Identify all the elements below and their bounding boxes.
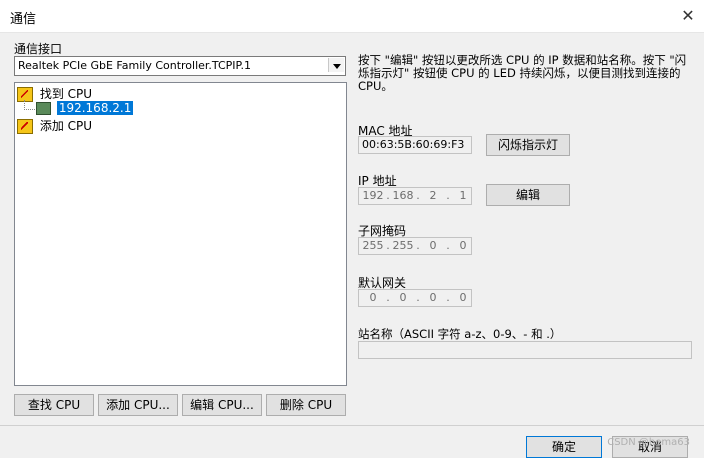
ip-field: 192. 168. 2. 1 bbox=[358, 187, 472, 205]
station-name-label: 站名称（ASCII 字符 a-z、0-9、- 和 .） bbox=[358, 327, 562, 341]
tree-node-found-cpu[interactable]: 找到 CPU bbox=[17, 85, 93, 102]
tree-node-add-cpu[interactable]: 添加 CPU bbox=[17, 117, 93, 134]
gateway-octet: 0 bbox=[369, 291, 377, 304]
close-icon[interactable]: ✕ bbox=[678, 6, 698, 26]
network-device-icon bbox=[36, 102, 51, 115]
subnet-octet: 0 bbox=[429, 239, 437, 252]
interface-value: Realtek PCIe GbE Family Controller.TCPIP… bbox=[18, 59, 251, 72]
ip-dot: . bbox=[416, 239, 420, 252]
chevron-down-icon[interactable] bbox=[328, 58, 344, 72]
edit-cpu-button[interactable]: 编辑 CPU... bbox=[182, 394, 262, 416]
ok-button[interactable]: 确定 bbox=[526, 436, 602, 458]
interface-label: 通信接口 bbox=[14, 42, 63, 56]
edit-ip-button[interactable]: 编辑 bbox=[486, 184, 570, 206]
tree-node-device[interactable]: 192.168.2.1 bbox=[36, 101, 134, 117]
window-title: 通信 bbox=[10, 12, 37, 27]
find-cpu-button[interactable]: 查找 CPU bbox=[14, 394, 94, 416]
ip-dot: . bbox=[386, 239, 390, 252]
cpu-tree[interactable]: 找到 CPU 192.168.2.1 添加 CPU bbox=[14, 82, 347, 386]
instructions-text: 按下 "编辑" 按钮以更改所选 CPU 的 IP 数据和站名称。按下 "闪烁指示… bbox=[358, 53, 687, 93]
tree-label-found-cpu: 找到 CPU bbox=[39, 87, 93, 101]
delete-cpu-button[interactable]: 删除 CPU bbox=[266, 394, 346, 416]
subnet-octet: 255 bbox=[392, 239, 414, 252]
gateway-field: 0. 0. 0. 0 bbox=[358, 289, 472, 307]
flash-led-button[interactable]: 闪烁指示灯 bbox=[486, 134, 570, 156]
ip-dot: . bbox=[446, 239, 450, 252]
station-name-field bbox=[358, 341, 692, 359]
ip-dot: . bbox=[446, 189, 450, 202]
title-bar: 通信 ✕ bbox=[0, 0, 704, 33]
subnet-octet: 255 bbox=[362, 239, 384, 252]
ip-dot: . bbox=[446, 291, 450, 304]
watermark: CSDN @hema63 bbox=[607, 437, 690, 448]
ip-octet: 1 bbox=[459, 189, 467, 202]
tree-label-device-ip: 192.168.2.1 bbox=[56, 101, 134, 115]
ip-dot: . bbox=[386, 291, 390, 304]
mac-field: 00:63:5B:60:69:F3 bbox=[358, 136, 472, 154]
cpu-folder-icon bbox=[17, 119, 33, 134]
ip-octet: 2 bbox=[429, 189, 437, 202]
ip-octet: 168 bbox=[392, 189, 414, 202]
tree-label-add-cpu: 添加 CPU bbox=[39, 119, 93, 133]
gateway-octet: 0 bbox=[429, 291, 437, 304]
interface-select[interactable]: Realtek PCIe GbE Family Controller.TCPIP… bbox=[14, 56, 346, 76]
ip-octet: 192 bbox=[362, 189, 384, 202]
gateway-octet: 0 bbox=[399, 291, 407, 304]
ip-dot: . bbox=[416, 291, 420, 304]
subnet-field: 255. 255. 0. 0 bbox=[358, 237, 472, 255]
gateway-octet: 0 bbox=[459, 291, 467, 304]
ip-dot: . bbox=[416, 189, 420, 202]
footer-divider bbox=[0, 425, 704, 426]
add-cpu-button[interactable]: 添加 CPU... bbox=[98, 394, 178, 416]
ip-dot: . bbox=[386, 189, 390, 202]
subnet-octet: 0 bbox=[459, 239, 467, 252]
